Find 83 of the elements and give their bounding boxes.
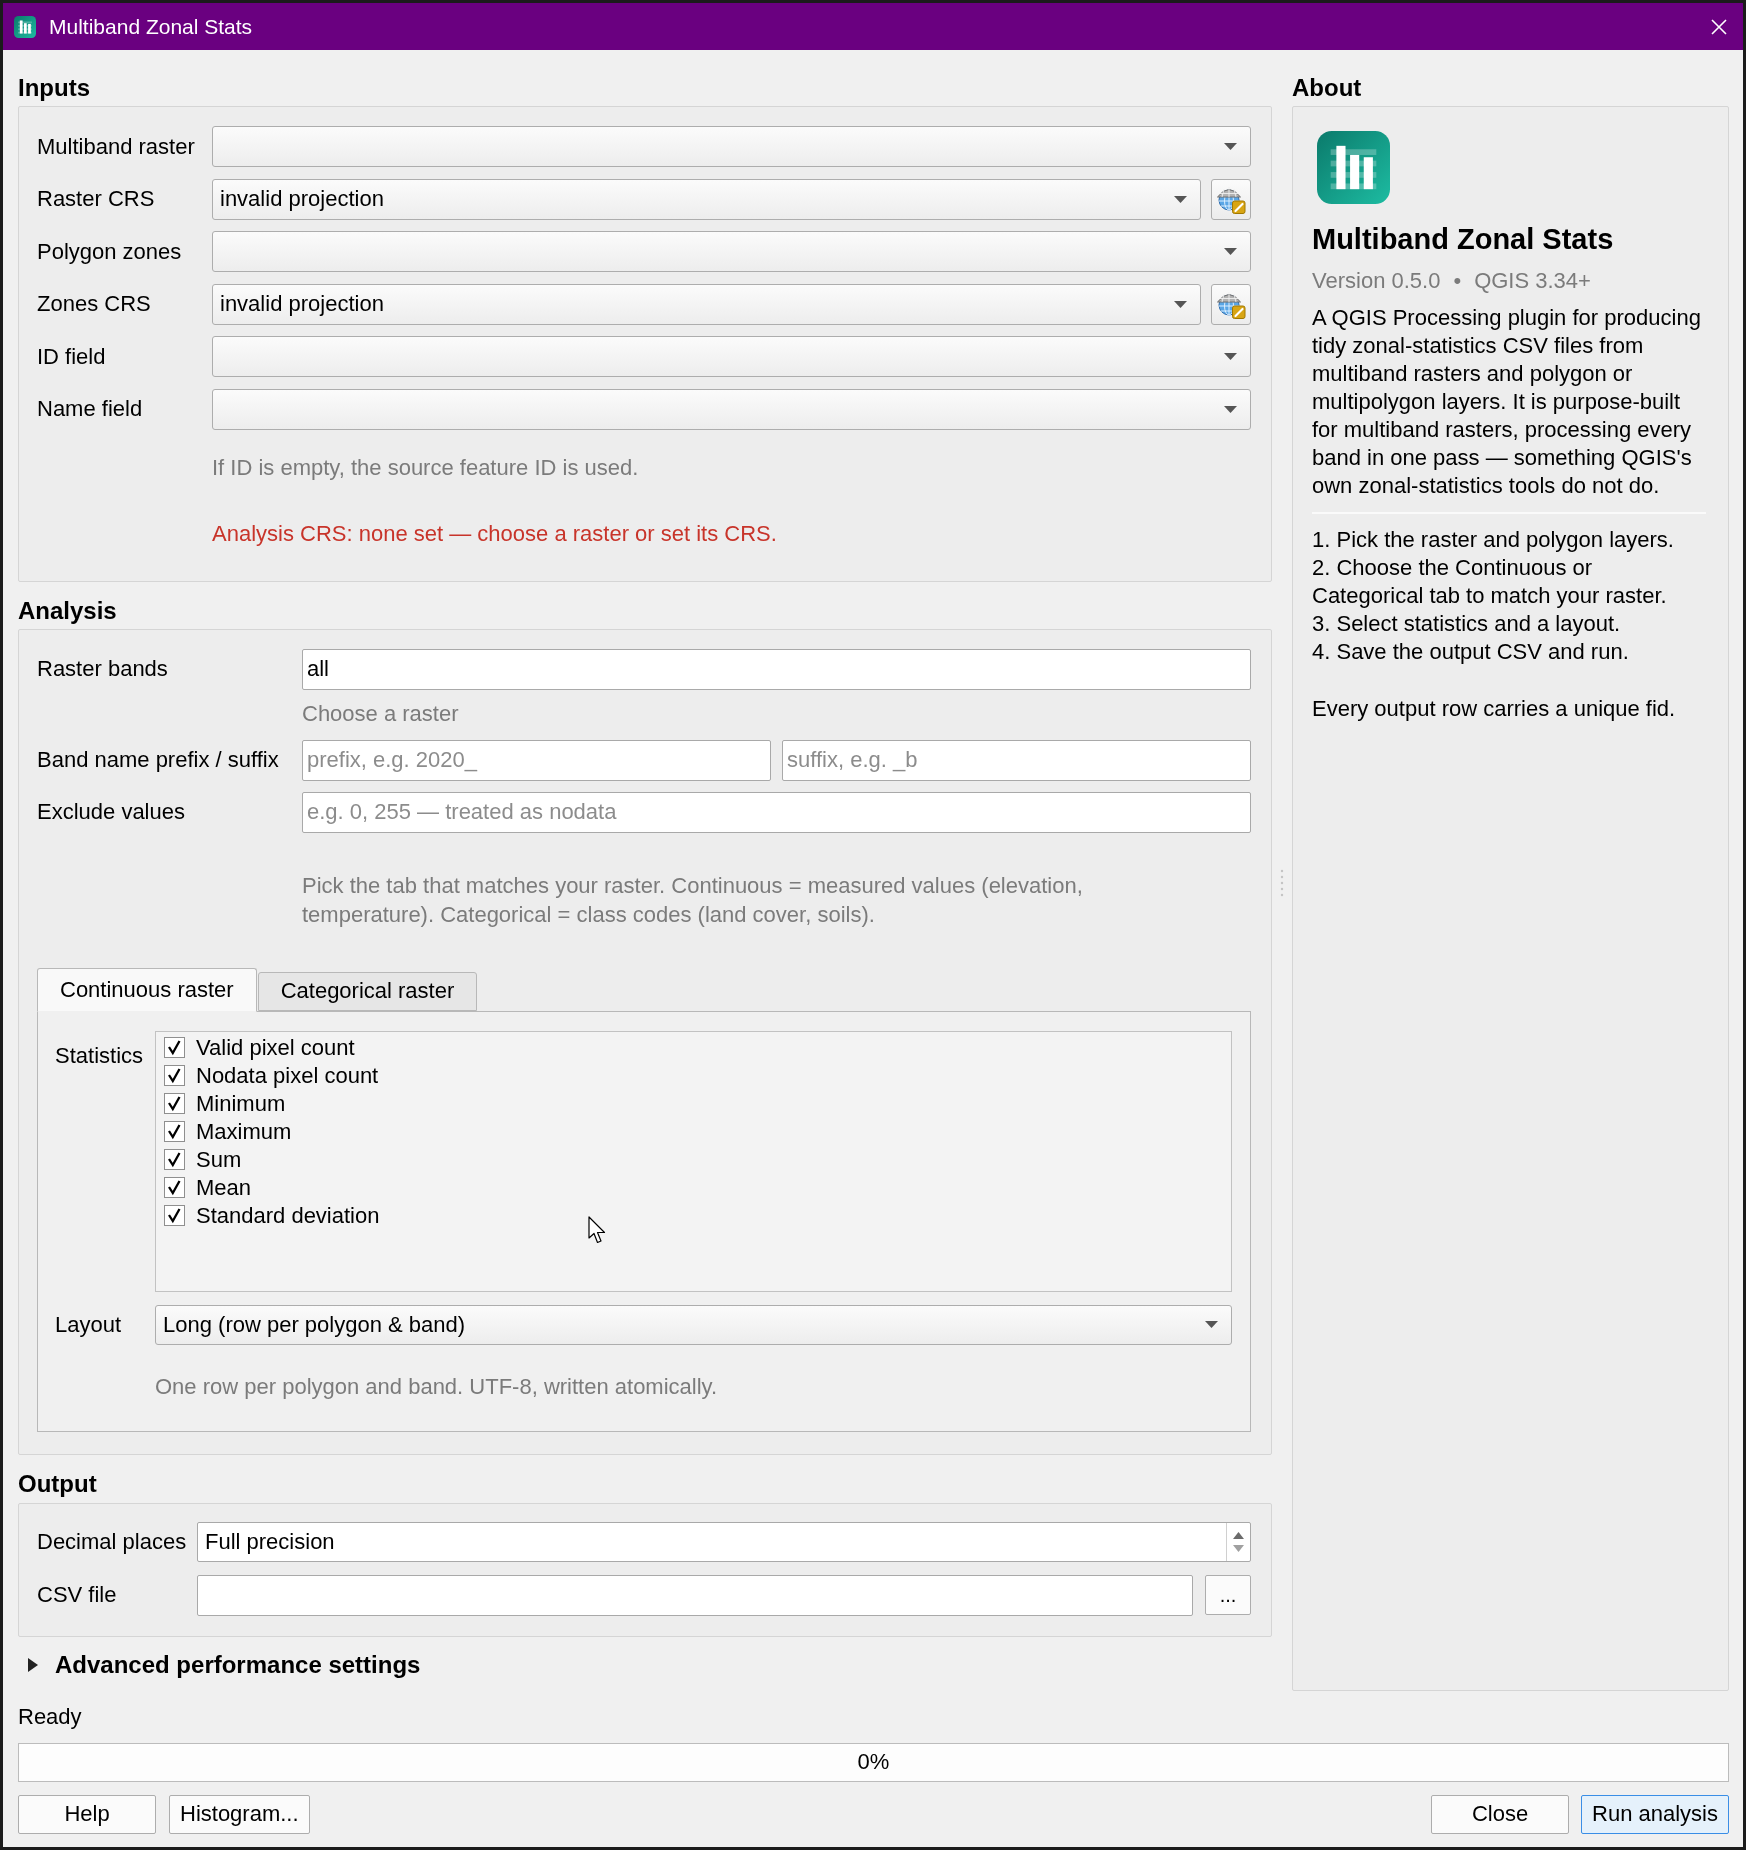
about-title: Multiband Zonal Stats [1312, 222, 1614, 256]
checkbox-label[interactable]: Standard deviation [196, 1202, 380, 1229]
dropdown-arrow-icon[interactable] [1224, 405, 1237, 413]
footer-text: Every output row carries a unique fid. [1312, 695, 1677, 723]
field-label: CSV file [37, 1581, 117, 1610]
step-text: 3. Select statistics and a layout. [1312, 610, 1622, 638]
splitter-handle-icon[interactable] [1280, 868, 1284, 898]
caret-right-icon[interactable] [27, 1656, 39, 1673]
bar-chart-icon [1317, 131, 1390, 204]
step-text: 4. Save the output CSV and run. [1312, 638, 1630, 666]
text-field[interactable]: prefix, e.g. 2020_ [302, 739, 771, 781]
checkbox-label[interactable]: Sum [196, 1146, 242, 1173]
tab[interactable]: Continuous raster [37, 967, 257, 1012]
version-text: Version 0.5.0 [1312, 267, 1441, 295]
dialog-button[interactable]: Help [18, 1794, 156, 1834]
dropdown-arrow-icon[interactable] [1224, 143, 1237, 150]
up-arrow-icon[interactable] [1233, 1531, 1244, 1539]
checkbox[interactable] [164, 1149, 185, 1171]
file-path-field[interactable] [197, 1574, 1193, 1616]
field-label: Decimal places [37, 1527, 187, 1556]
tab[interactable]: Categorical raster [257, 971, 478, 1011]
hint-text: One row per polygon and band. UTF-8, written atomically. [155, 1372, 718, 1401]
field-label: Raster bands [37, 655, 168, 684]
field-label: Layout [55, 1310, 122, 1339]
section-heading: Output [18, 1470, 97, 1497]
dropdown-arrow-icon[interactable] [1224, 353, 1237, 361]
text-field[interactable]: all [302, 648, 1251, 690]
text-field[interactable]: suffix, e.g. _b [782, 739, 1251, 781]
checkbox[interactable] [164, 1121, 185, 1143]
section-heading: Inputs [18, 75, 90, 101]
field-label: Multiband raster [37, 132, 195, 161]
checkbox-label[interactable]: Mean [196, 1174, 252, 1201]
dropdown-arrow-icon[interactable] [1174, 300, 1187, 308]
down-arrow-icon[interactable] [1233, 1544, 1244, 1552]
dropdown-arrow-icon[interactable] [1205, 1321, 1218, 1329]
field-label: Exclude values [37, 798, 185, 827]
field-label: Polygon zones [37, 237, 182, 266]
dialog-button[interactable]: Run analysis [1581, 1794, 1729, 1834]
spin-box[interactable]: Full precision [197, 1521, 1251, 1562]
separator-text: • [1453, 267, 1462, 295]
progress-text: 0% [857, 1749, 890, 1776]
hint-text: Pick the tab that matches your raster. Continuous = measured values (elevation, temperature). Categorical = class codes (land cover, soils). [302, 871, 1084, 929]
step-text: 2. Choose the Continuous or Categorical tab to match your raster. [1312, 554, 1668, 610]
close-icon[interactable] [1711, 18, 1727, 35]
crs-button[interactable] [1211, 178, 1251, 220]
requirement-text: QGIS 3.34+ [1474, 267, 1591, 295]
text-field[interactable]: e.g. 0, 255 — treated as nodata [302, 791, 1251, 833]
checkbox[interactable] [164, 1177, 185, 1199]
section-heading: Analysis [18, 597, 117, 624]
checkbox-label[interactable]: Maximum [196, 1118, 292, 1145]
field-label: Raster CRS [37, 185, 155, 214]
crs-button[interactable] [1211, 283, 1251, 325]
description-text: A QGIS Processing plugin for producing tidy zonal-statistics CSV files from multiband rasters and polygon or multipolygon layers. It is purpose-built for multiband rasters, processing every band in one pass — something QGIS's own zonal-statistics tools do not do. [1312, 304, 1702, 500]
window-title: Multiband Zonal Stats [49, 13, 254, 40]
dialog-button[interactable]: Close [1431, 1794, 1570, 1834]
status-text: Ready [18, 1702, 82, 1731]
expander-toggle[interactable]: Advanced performance settings [18, 1650, 421, 1679]
warning-text: Analysis CRS: none set — choose a raster or set its CRS. [212, 519, 777, 548]
checkbox[interactable] [164, 1205, 185, 1227]
field-label: ID field [37, 342, 106, 371]
field-label: Zones CRS [37, 290, 151, 319]
field-label: Statistics [55, 1041, 144, 1070]
checkbox[interactable] [164, 1037, 185, 1059]
dropdown[interactable]: invalid projection [212, 178, 1201, 220]
checkbox-label[interactable]: Minimum [196, 1090, 286, 1117]
hint-text: Choose a raster [302, 699, 459, 728]
dropdown-arrow-icon[interactable] [1224, 248, 1237, 256]
dropdown-arrow-icon[interactable] [1174, 195, 1187, 203]
browse-button[interactable]: ... [1205, 1575, 1251, 1616]
field-label: Band name prefix / suffix [37, 746, 279, 775]
field-label: Name field [37, 395, 143, 424]
section-heading: About [1292, 75, 1362, 101]
checkbox[interactable] [164, 1093, 185, 1115]
dialog-button[interactable]: Histogram... [169, 1794, 310, 1834]
dropdown[interactable]: Long (row per polygon & band) [155, 1304, 1232, 1345]
mouse-pointer-icon [588, 1215, 607, 1244]
dropdown[interactable]: invalid projection [212, 283, 1201, 325]
checkbox-label[interactable]: Valid pixel count [196, 1034, 355, 1061]
bar-chart-icon [14, 15, 36, 38]
checkbox[interactable] [164, 1065, 185, 1087]
step-text: 1. Pick the raster and polygon layers. [1312, 526, 1675, 554]
hint-text: If ID is empty, the source feature ID is used. [212, 453, 639, 482]
checkbox-label[interactable]: Nodata pixel count [196, 1062, 379, 1089]
